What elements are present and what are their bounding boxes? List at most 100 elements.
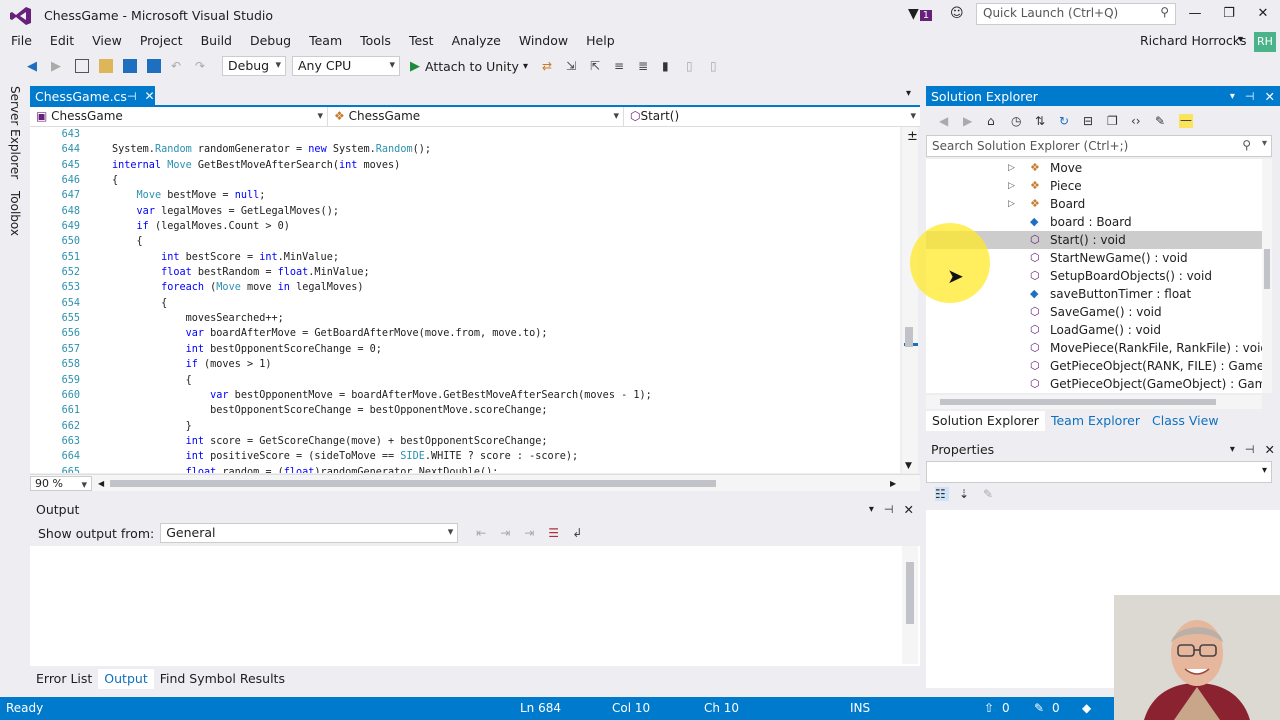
scroll-thumb[interactable] [905,327,913,347]
properties-object-select[interactable]: ▾ [926,461,1272,483]
tab-solution-explorer[interactable]: Solution Explorer [926,411,1045,431]
menu-edit[interactable]: Edit [41,32,83,52]
go-to-next-icon[interactable]: ⇥ [500,526,514,540]
back-icon[interactable]: ◀ [939,114,953,128]
menu-window[interactable]: Window [510,32,577,52]
platform-select[interactable]: Any CPU [292,56,400,76]
tab-error-list[interactable]: Error List [30,669,98,689]
forward-icon[interactable]: ▶ [963,114,977,128]
close-button[interactable]: ✕ [1251,6,1275,26]
sync-icon[interactable]: ⇅ [1035,114,1049,128]
tree-item[interactable]: ▷ ❖ Move [926,159,1262,177]
prev-bookmark-icon[interactable]: ▯ [686,59,700,73]
avatar[interactable]: RH [1254,32,1276,52]
quick-launch-input[interactable]: Quick Launch (Ctrl+Q) ⚲ [976,3,1176,25]
save-all-icon[interactable] [147,59,161,73]
code-line[interactable]: 658 if (moves > 1) [30,357,900,372]
filter-notification-icon[interactable]: ▼ 1 [908,6,933,22]
pin-icon[interactable]: ⊣ [127,90,137,103]
chevron-down-icon[interactable]: ▾ [1238,34,1243,45]
tab-class-view[interactable]: Class View [1146,411,1225,431]
code-line[interactable]: 656 var boardAfterMove = GetBoardAfterMo… [30,326,900,341]
preview-selected-icon[interactable]: — [1179,114,1193,128]
class-dropdown[interactable]: ❖ ChessGame [328,107,624,127]
browser-link-icon[interactable]: ⇄ [542,59,556,73]
go-to-previous-icon[interactable]: ⇤ [476,526,490,540]
member-dropdown[interactable]: ⬡Start() [624,107,920,127]
code-line[interactable]: 645 internal Move GetBestMoveAfterSearch(… [30,158,900,173]
expand-arrow-icon[interactable]: ▷ [1008,177,1015,195]
chevron-down-icon[interactable]: ▾ [1230,444,1235,455]
tree-item[interactable]: ◆ board : Board [926,213,1262,231]
menu-project[interactable]: Project [131,32,192,52]
menu-team[interactable]: Team [300,32,351,52]
pin-icon[interactable]: ⊣ [884,503,894,516]
menu-test[interactable]: Test [400,32,443,52]
zoom-select[interactable]: 90 % [30,476,92,491]
tree-item[interactable]: ▷ ❖ Piece [926,177,1262,195]
open-file-icon[interactable] [99,59,113,73]
close-icon[interactable]: ✕ [1265,442,1275,457]
chevron-down-icon[interactable]: ▾ [1262,138,1267,149]
minimize-button[interactable]: — [1183,6,1207,26]
collapse-all-icon[interactable]: ⊟ [1083,114,1097,128]
code-line[interactable]: 657 int bestOpponentScoreChange = 0; [30,342,900,357]
code-line[interactable]: 661 bestOpponentScoreChange = bestOppone… [30,403,900,418]
editor-vertical-scrollbar[interactable]: ± ▼ [902,127,918,473]
menu-help[interactable]: Help [577,32,624,52]
uncomment-icon[interactable]: ≣ [638,59,652,73]
code-line[interactable]: 650 { [30,234,900,249]
code-line[interactable]: 651 int bestScore = int.MinValue; [30,250,900,265]
code-line[interactable]: 652 float bestRandom = float.MinValue; [30,265,900,280]
restore-button[interactable]: ❐ [1217,6,1241,26]
tree-item[interactable]: ▷ ❖ Board [926,195,1262,213]
output-scroll-thumb[interactable] [906,562,914,624]
save-icon[interactable] [123,59,137,73]
expand-arrow-icon[interactable]: ▷ [1008,159,1015,177]
close-icon[interactable]: ✕ [1265,89,1275,104]
pin-icon[interactable]: ⊣ [1245,443,1255,456]
categorized-icon[interactable]: ☷ [935,487,949,501]
tab-find-symbol-results[interactable]: Find Symbol Results [154,669,291,689]
user-name[interactable]: Richard Horrocks [1140,33,1247,48]
refresh-icon[interactable]: ↻ [1059,114,1073,128]
view-code-icon[interactable]: ‹› [1131,114,1145,128]
tab-overflow-icon[interactable]: ▾ [906,88,911,99]
menu-tools[interactable]: Tools [351,32,400,52]
code-line[interactable]: 654 { [30,296,900,311]
document-tab[interactable]: ChessGame.cs ⊣ ✕ [30,86,155,106]
code-line[interactable]: 649 if (legalMoves.Count > 0) [30,219,900,234]
code-line[interactable]: 659 { [30,373,900,388]
code-line[interactable]: 647 Move bestMove = null; [30,188,900,203]
code-line[interactable]: 664 int positiveScore = (sideToMove == S… [30,449,900,464]
code-line[interactable]: 648 var legalMoves = GetLegalMoves(); [30,204,900,219]
code-editor[interactable]: 643 644 System.Random randomGenerator = ne… [30,127,900,473]
menu-debug[interactable]: Debug [241,32,300,52]
menu-view[interactable]: View [83,32,131,52]
scroll-right-icon[interactable]: ▶ [890,479,896,488]
git-branch-icon[interactable]: ◆ [1082,701,1091,715]
pending-edits-icon[interactable]: ✎ [1034,701,1044,715]
tree-item[interactable]: ⬡ GetPieceObject(RANK, FILE) : GameObj [926,357,1262,375]
horizontal-scroll-thumb[interactable] [110,480,716,487]
toolbox-tab[interactable]: Toolbox [6,185,24,242]
server-explorer-tab[interactable]: Server Explorer [6,80,24,185]
step-over-icon[interactable]: ⇱ [590,59,604,73]
project-dropdown[interactable]: ▣ ChessGame [30,107,328,127]
code-line[interactable]: 643 [30,127,900,142]
feedback-icon[interactable]: ☺ [950,6,964,21]
properties-icon[interactable]: ✎ [1155,114,1169,128]
chevron-down-icon[interactable]: ▾ [1230,91,1235,102]
home-icon[interactable]: ⌂ [987,114,1001,128]
word-wrap-icon[interactable]: ↲ [572,526,586,540]
undo-icon[interactable]: ↶ [171,59,185,73]
close-tab-icon[interactable]: ✕ [145,89,155,103]
split-icon[interactable]: ± [907,129,918,144]
scroll-left-icon[interactable]: ◀ [98,479,104,488]
output-vertical-scrollbar[interactable] [902,546,918,664]
tree-vertical-scrollbar[interactable] [1262,159,1272,393]
menu-analyze[interactable]: Analyze [443,32,510,52]
code-line[interactable]: 655 movesSearched++; [30,311,900,326]
attach-to-unity-button[interactable]: ▶ Attach to Unity ▾ [410,59,528,74]
output-text-area[interactable] [30,546,920,666]
